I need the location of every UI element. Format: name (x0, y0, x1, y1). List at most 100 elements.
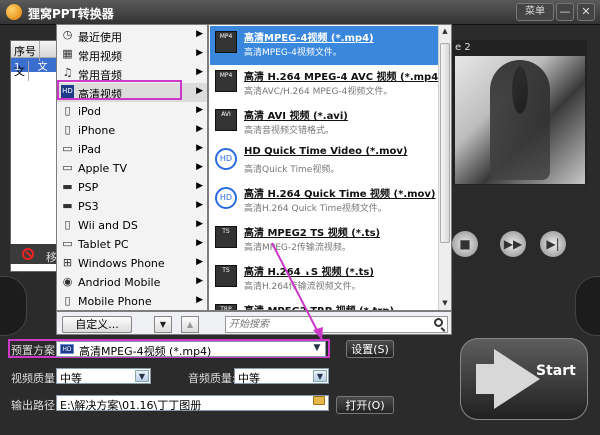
format-item-1[interactable]: MP4 高清 H.264 MPEG-4 AVC 视频 (*.mp4) 高清AVC/H… (210, 65, 443, 104)
menu-button[interactable]: 菜单 (516, 3, 554, 21)
category-item-12[interactable]: ⊞ Windows Phone ▶ (57, 254, 207, 273)
format-item-6[interactable]: TS 高清 H.264 TS 视频 (*.ts) 高清H.264传输流视频文件。 (210, 260, 440, 299)
wii-icon: ▯ (64, 218, 71, 231)
scroll-down-icon[interactable]: ▼ (439, 297, 451, 309)
category-item-0[interactable]: ◷ 最近使用 ▶ (57, 26, 207, 45)
quicktime-h264-icon: HD (215, 187, 237, 209)
category-item-11[interactable]: ▭ Tablet PC ▶ (57, 235, 207, 254)
category-label: PS3 (78, 200, 99, 213)
format-description: 高清H.264 Quick Time视频文件。 (244, 204, 387, 214)
format-name: HD Quick Time Video (*.mov) (244, 146, 408, 157)
minimize-button[interactable]: — (556, 3, 574, 21)
format-scrollbar[interactable]: ▲ ▼ (438, 25, 451, 310)
chevron-right-icon: ▶ (196, 238, 203, 248)
chevron-right-icon: ▶ (196, 86, 203, 96)
chevron-right-icon: ▶ (196, 219, 203, 229)
app-logo-icon (6, 4, 22, 20)
forward-control-icon[interactable]: ▶▶ (500, 231, 526, 257)
chevron-right-icon: ▶ (196, 200, 203, 210)
table-row[interactable]: 1 文 (11, 58, 57, 73)
end-control-icon[interactable]: ▶| (540, 231, 566, 257)
format-description: 高清MPEG-2传输流视频。 (244, 243, 351, 253)
format-name: 高清 MPEG2 TRP 视频 (*.trp) (244, 302, 394, 310)
category-item-14[interactable]: ▯ Mobile Phone ▶ (57, 292, 207, 311)
category-item-7[interactable]: ▭ Apple TV ▶ (57, 159, 207, 178)
category-item-10[interactable]: ▯ Wii and DS ▶ (57, 216, 207, 235)
chevron-right-icon: ▶ (196, 105, 203, 115)
category-label: iPad (78, 143, 101, 156)
format-item-3[interactable]: HD HD Quick Time Video (*.mov) 高清Quick Tim… (210, 143, 440, 182)
search-input[interactable] (229, 317, 424, 332)
format-name: 高清 MPEG2 TS 视频 (*.ts) (244, 228, 381, 239)
audio-quality-value: 中等 (238, 372, 260, 385)
video-quality-select[interactable]: 中等 ▼ (56, 368, 151, 385)
chevron-down-icon[interactable]: ▼ (313, 370, 327, 382)
scroll-up-icon[interactable]: ▲ (439, 25, 451, 37)
audio-quality-select[interactable]: 中等 ▼ (234, 368, 329, 385)
format-badge: TS (215, 226, 237, 248)
category-label: Mobile Phone (78, 295, 152, 308)
video-quality-value: 中等 (60, 372, 82, 385)
format-item-4[interactable]: HD 高清 H.264 Quick Time 视频 (*.mov) 高清H.264 … (210, 182, 440, 221)
format-name: 高清 H.264 Quick Time 视频 (*.mov) (244, 189, 436, 200)
category-item-5[interactable]: ▯ iPhone ▶ (57, 121, 207, 140)
output-path-field[interactable]: E:\解决方案\01.16\丁丁图册 (56, 395, 329, 412)
chevron-right-icon: ▶ (196, 295, 203, 305)
move-up-button[interactable]: ▲ (181, 316, 199, 333)
category-item-4[interactable]: ▯ iPod ▶ (57, 102, 207, 121)
format-item-2[interactable]: AVI 高清 AVI 视频 (*.avi) 高清音视频交错格式。 (210, 104, 440, 143)
chevron-down-icon[interactable]: ▼ (135, 370, 149, 382)
close-button[interactable]: ✕ (577, 3, 595, 21)
preset-label: 预置方案: (11, 344, 59, 357)
format-badge: AVI (215, 109, 237, 131)
format-badge: MP4 (215, 70, 237, 92)
left-panel-knob (0, 276, 27, 336)
ps3-icon: ▬ (62, 199, 73, 212)
format-item-7[interactable]: TRP 高清 MPEG2 TRP 视频 (*.trp) (210, 299, 440, 310)
category-label: Windows Phone (78, 257, 165, 270)
category-item-1[interactable]: ▦ 常用视频 ▶ (57, 45, 207, 64)
video-quality-label: 视频质量: (11, 372, 59, 385)
file-list[interactable]: 序号文 1 文 (10, 40, 58, 272)
category-item-6[interactable]: ▭ iPad ▶ (57, 140, 207, 159)
category-label: 最近使用 (78, 31, 122, 44)
chevron-right-icon: ▶ (196, 257, 203, 267)
output-path-label: 输出路径: (11, 399, 59, 412)
scrollbar-thumb[interactable] (440, 43, 450, 243)
mp4-icon: MP4 (215, 31, 237, 53)
chevron-down-icon[interactable]: ▼ (310, 343, 324, 355)
remove-icon[interactable] (22, 248, 34, 260)
open-button[interactable]: 打开(O) (336, 396, 394, 414)
right-panel-knob (575, 276, 600, 336)
search-field[interactable] (225, 316, 448, 333)
ts-h264-icon: TS (215, 265, 237, 287)
settings-button[interactable]: 设置(S) (346, 340, 394, 358)
chevron-right-icon: ▶ (196, 143, 203, 153)
search-icon[interactable] (434, 318, 443, 327)
category-item-9[interactable]: ▬ PS3 ▶ (57, 197, 207, 216)
move-down-button[interactable]: ▼ (154, 316, 172, 333)
chevron-right-icon: ▶ (196, 124, 203, 134)
format-item-5[interactable]: TS 高清 MPEG2 TS 视频 (*.ts) 高清MPEG-2传输流视频。 (210, 221, 440, 260)
category-item-8[interactable]: ▬ PSP ▶ (57, 178, 207, 197)
android-icon: ◉ (62, 275, 73, 288)
category-menu: ◷ 最近使用 ▶ ▦ 常用视频 ▶ ♫ 常用音频 ▶ HD 高清视频 ▶ ▯ iPod ▶ ▯ iPhone ▶ ▭… (56, 24, 208, 311)
category-item-13[interactable]: ◉ Andriod Mobile ▶ (57, 273, 207, 292)
category-label: Tablet PC (78, 238, 129, 251)
format-badge: TRP (215, 304, 237, 310)
chevron-right-icon: ▶ (196, 276, 203, 286)
row-file: 文 (37, 62, 48, 73)
preview-figure (490, 60, 550, 180)
psp-icon: ▬ (62, 180, 73, 193)
format-item-0[interactable]: MP4 高清MPEG-4视频 (*.mp4) 高清MPEG-4视频文件。 (210, 26, 440, 65)
custom-button[interactable]: 自定义... (62, 316, 132, 333)
format-badge: MP4 (215, 31, 237, 53)
row-index: 1 (14, 62, 21, 73)
preview-title: e 2 (455, 42, 471, 53)
output-path-value: E:\解决方案\01.16\丁丁图册 (60, 399, 202, 412)
iphone-icon: ▯ (64, 123, 71, 136)
preset-select[interactable]: HD 高清MPEG-4视频 (*.mp4) ▼ (56, 341, 326, 358)
stop-control-icon[interactable]: ■ (452, 231, 478, 257)
format-name: 高清MPEG-4视频 (*.mp4) (244, 33, 374, 44)
folder-icon[interactable] (313, 396, 325, 405)
